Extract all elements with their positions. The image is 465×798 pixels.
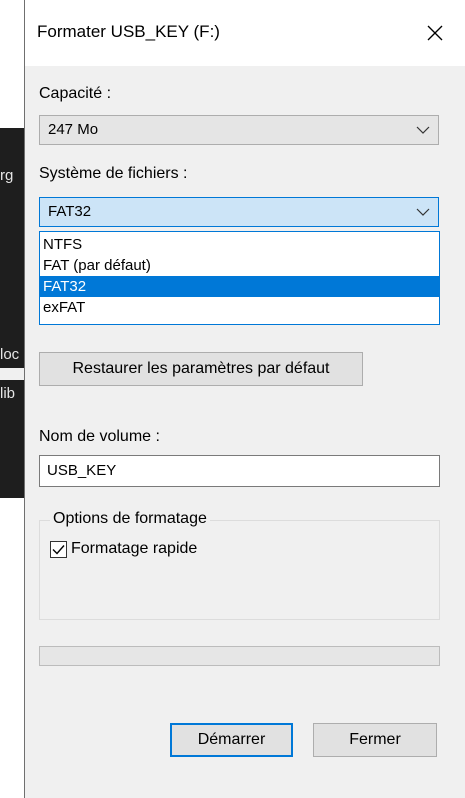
capacity-select[interactable]: 247 Mo <box>39 115 439 145</box>
filesystem-option-ntfs[interactable]: NTFS <box>40 234 439 255</box>
format-dialog: Formater USB_KEY (F:) Capacité : 247 Mo … <box>24 0 465 798</box>
background-window-text: rg <box>0 167 14 184</box>
start-button[interactable]: Démarrer <box>170 723 293 757</box>
quick-format-checkbox[interactable] <box>50 541 67 558</box>
filesystem-option-fat[interactable]: FAT (par défaut) <box>40 255 439 276</box>
format-progress-bar <box>39 646 440 666</box>
filesystem-option-exfat[interactable]: exFAT <box>40 297 439 318</box>
filesystem-select[interactable]: FAT32 <box>39 197 439 227</box>
dialog-title: Formater USB_KEY (F:) <box>37 22 220 41</box>
background-window-text: lib <box>0 385 16 402</box>
chevron-down-icon <box>416 126 430 134</box>
format-options-legend: Options de formatage <box>50 510 210 528</box>
close-dialog-button[interactable]: Fermer <box>313 723 437 757</box>
filesystem-dropdown-list: NTFS FAT (par défaut) FAT32 exFAT <box>39 231 440 325</box>
filesystem-option-fat32[interactable]: FAT32 <box>40 276 439 297</box>
capacity-value: 247 Mo <box>48 121 99 138</box>
volume-name-value: USB_KEY <box>47 462 117 479</box>
quick-format-label: Formatage rapide <box>71 540 198 557</box>
restore-defaults-button[interactable]: Restaurer les paramètres par défaut <box>39 352 363 386</box>
chevron-down-icon <box>416 208 430 216</box>
capacity-label: Capacité : <box>39 85 112 102</box>
title-bar: Formater USB_KEY (F:) <box>25 0 465 66</box>
volume-label: Nom de volume : <box>39 428 160 445</box>
volume-name-input[interactable]: USB_KEY <box>39 455 440 487</box>
background-window-field <box>0 368 26 380</box>
close-button[interactable] <box>405 0 465 66</box>
background-window-text: loc <box>0 346 20 363</box>
filesystem-value: FAT32 <box>48 203 92 220</box>
filesystem-label: Système de fichiers : <box>39 165 188 182</box>
format-options-group: Options de formatage Formatage rapide <box>39 510 440 620</box>
checkmark-icon <box>52 545 65 555</box>
close-icon <box>427 25 443 41</box>
